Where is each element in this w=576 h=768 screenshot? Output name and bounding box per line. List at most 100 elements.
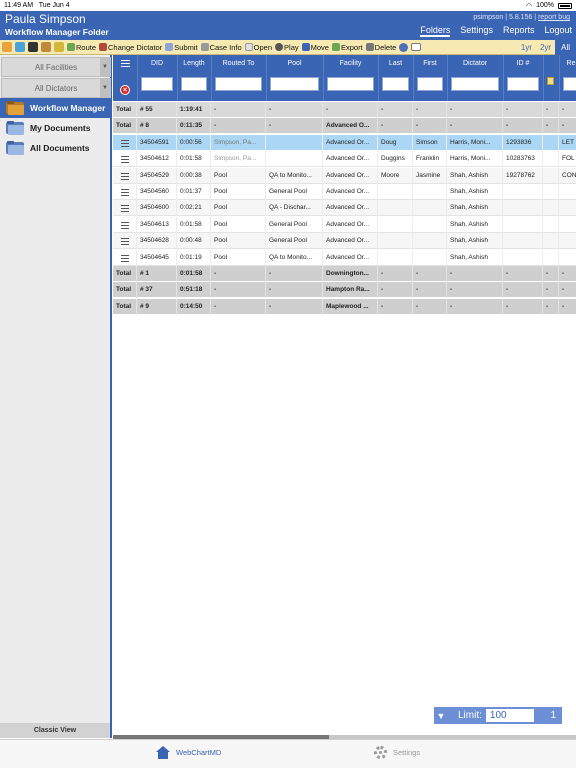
column-header[interactable]: ID #: [503, 60, 543, 67]
classic-view-button[interactable]: Classic View: [0, 723, 110, 738]
page-number[interactable]: 1: [550, 710, 562, 721]
row-menu-icon[interactable]: [121, 205, 129, 213]
total-row[interactable]: Total # 37 0:51:18- - Hampton Ra... - - - - - -: [113, 282, 576, 299]
column-filter-input[interactable]: [215, 77, 262, 91]
play-button[interactable]: Play: [275, 43, 299, 52]
table-row[interactable]: 34504529 0:00:38 Pool QA to Monito... Advanc…: [113, 167, 576, 184]
table-row[interactable]: 34504560 0:01:37 Pool General Pool Advanced …: [113, 184, 576, 200]
nav-folders[interactable]: Folders: [420, 25, 451, 37]
cell-facility: -: [323, 102, 378, 118]
table-row[interactable]: 34504612 0:01:58 Simpson, Pa... Advanced Or…: [113, 151, 576, 168]
column-header[interactable]: Routed To: [211, 60, 266, 67]
cell-label: [113, 249, 137, 266]
column-filter-input[interactable]: [181, 77, 207, 91]
column-filter-input[interactable]: [451, 77, 499, 91]
nav-settings[interactable]: Settings: [460, 25, 493, 37]
cell-routed: -: [211, 266, 266, 282]
nav-logout[interactable]: Logout: [544, 25, 572, 37]
cell-dictator: Harris, Moni...: [447, 151, 503, 168]
column-header[interactable]: DID: [137, 60, 177, 67]
submit-button[interactable]: Submit: [165, 43, 198, 52]
column-header[interactable]: Dictator: [447, 60, 503, 67]
delete-button[interactable]: Delete: [365, 43, 396, 52]
chat-icon[interactable]: [411, 43, 422, 51]
range-all[interactable]: All: [555, 39, 576, 55]
row-menu-icon[interactable]: [121, 221, 129, 229]
info-icon[interactable]: [399, 42, 409, 52]
cell-pool: [266, 134, 323, 151]
cell-length: 0:00:38: [177, 167, 211, 184]
report-bug-link[interactable]: report bug: [538, 14, 570, 21]
table-row[interactable]: 34504613 0:01:58 Pool General Pool Advanced …: [113, 216, 576, 233]
cell-did: # 37: [137, 282, 177, 299]
cell-flag: [543, 216, 559, 233]
cell-re: [559, 217, 576, 233]
row-menu-icon[interactable]: [121, 254, 129, 262]
battery-icon: [558, 2, 572, 9]
columns-icon[interactable]: [28, 42, 38, 52]
change-dictator-button[interactable]: Change Dictator: [99, 43, 162, 52]
sidebar-item-all-documents[interactable]: All Documents: [0, 138, 110, 158]
table-row[interactable]: 34504600 0:02:21 Pool QA - Dischar... Advanc…: [113, 200, 576, 217]
table-row[interactable]: 34504628 0:00:48 Pool General Pool Advanced …: [113, 233, 576, 250]
table-row[interactable]: 34504591 0:00:56 Simpson, Pa... Advanced Or…: [113, 134, 576, 151]
range-1yr[interactable]: 1yr: [517, 43, 536, 52]
route-button[interactable]: Route: [67, 43, 96, 52]
status-time: 11:49 AM: [4, 2, 34, 9]
clear-filters-icon[interactable]: ×: [120, 85, 130, 95]
sidebar-item-my-documents[interactable]: My Documents: [0, 118, 110, 138]
column-filter-input[interactable]: [141, 77, 173, 91]
case-info-button[interactable]: Case Info: [200, 43, 242, 52]
total-row[interactable]: Total # 55 1:19:41- - - - - - - - -: [113, 102, 576, 118]
limit-input[interactable]: 100: [485, 709, 534, 722]
column-filter-input[interactable]: [417, 77, 443, 91]
cell-length: 0:00:56: [177, 134, 211, 151]
column-header[interactable]: Pool: [266, 60, 323, 67]
cell-dictator: -: [447, 298, 503, 315]
cell-first: -: [413, 118, 447, 135]
column-header[interactable]: Last: [378, 60, 413, 67]
date-range: 1yr 2yr All: [517, 39, 576, 55]
facility-filter[interactable]: All Facilities ▼: [1, 57, 111, 77]
cell-dictator: Harris, Moni...: [447, 134, 503, 151]
export-button[interactable]: Export: [331, 43, 363, 52]
cell-did: 34504612: [137, 151, 177, 168]
move-button[interactable]: Move: [301, 43, 329, 52]
tab-settings[interactable]: Settings: [374, 746, 420, 759]
cell-re: -: [559, 118, 576, 134]
column-filter-input[interactable]: [382, 77, 409, 91]
range-2yr[interactable]: 2yr: [536, 43, 555, 52]
row-menu-icon[interactable]: [121, 238, 129, 246]
row-menu-icon[interactable]: [121, 156, 129, 164]
total-row[interactable]: Total # 1 0:01:58- - Downington... - - - - - -: [113, 266, 576, 282]
total-row[interactable]: Total # 8 0:11:35- - Advanced O... - - - - - -: [113, 118, 576, 135]
archive-icon[interactable]: [41, 42, 51, 52]
row-menu-icon[interactable]: [121, 189, 129, 196]
total-row[interactable]: Total # 9 0:14:50- - Maplewood ... - - - - - -: [113, 298, 576, 315]
cell-last: Moore: [378, 167, 413, 184]
column-header[interactable]: Facility: [323, 60, 378, 67]
table-row[interactable]: 34504645 0:01:19 Pool QA to Monito... Advanc…: [113, 249, 576, 266]
cell-label: [113, 200, 137, 217]
row-menu-icon[interactable]: [121, 172, 129, 180]
column-filter-input[interactable]: [507, 77, 539, 91]
cell-id: -: [503, 266, 543, 282]
open-button[interactable]: Open: [244, 43, 272, 52]
tab-webchartmd[interactable]: WebChartMD: [156, 746, 221, 759]
nav-reports[interactable]: Reports: [503, 25, 535, 37]
row-menu-icon[interactable]: [121, 139, 129, 147]
cell-label: Total: [113, 266, 137, 282]
filter-icon[interactable]: [54, 42, 64, 52]
column-filter-input[interactable]: [563, 77, 576, 91]
column-filter-input[interactable]: [270, 77, 319, 91]
limit-toggle-icon[interactable]: ▼: [434, 711, 448, 721]
back-icon[interactable]: [2, 42, 12, 52]
refresh-icon[interactable]: [15, 42, 25, 52]
column-filter-input[interactable]: [327, 77, 374, 91]
sidebar-item-workflow-manager[interactable]: Workflow Manager: [0, 98, 110, 118]
column-header[interactable]: Length: [177, 60, 211, 67]
menu-icon[interactable]: [121, 60, 130, 67]
column-header[interactable]: First: [413, 60, 447, 67]
dictator-filter[interactable]: All Dictators ▼: [1, 78, 111, 98]
column-header[interactable]: Re: [559, 60, 576, 67]
